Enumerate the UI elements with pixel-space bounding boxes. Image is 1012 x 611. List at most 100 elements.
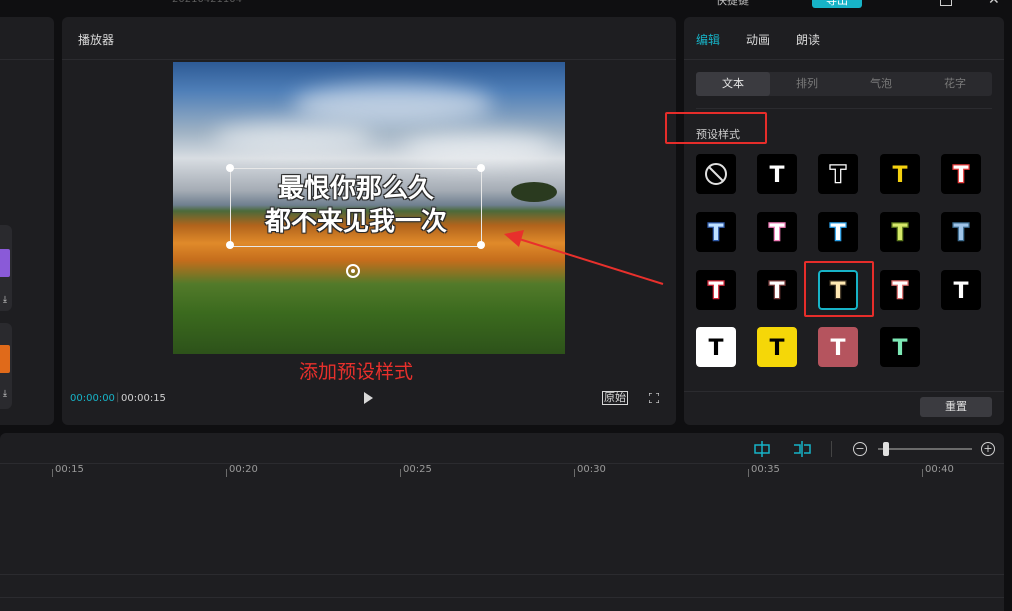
timeline-panel: − + 00:15 00:20 00:25 00:30 00:35 00:40 (0, 433, 1004, 611)
ruler-label: 00:20 (229, 464, 258, 475)
preset-style-option[interactable]: T (696, 270, 736, 310)
preset-style-option[interactable]: T (880, 270, 920, 310)
preset-style-option[interactable]: T (818, 154, 858, 194)
annotation-text: 添加预设样式 (299, 361, 414, 383)
svg-text:T: T (708, 221, 723, 246)
tab-edit[interactable]: 编辑 (696, 31, 720, 48)
preset-style-option[interactable]: T (941, 270, 981, 310)
text-selection-box[interactable]: 最恨你那么久 都不来见我一次 (230, 168, 482, 247)
ruler-tick (922, 469, 923, 477)
total-time: 00:00:15 (121, 393, 166, 404)
project-name: 20210421104 (172, 0, 242, 5)
preset-style-option[interactable]: T (880, 327, 920, 367)
zoom-slider-handle[interactable] (883, 442, 889, 456)
reset-button[interactable]: 重置 (920, 397, 992, 417)
cloud (403, 132, 553, 162)
svg-text:T: T (708, 336, 723, 361)
inspector-panel: 编辑 动画 朗读 文本 排列 气泡 花字 预设样式 TTTTTTTTTTTTTT… (665, 17, 1004, 425)
svg-text:T: T (953, 279, 968, 304)
ruler-tick (226, 469, 227, 477)
tab-animation[interactable]: 动画 (746, 31, 770, 48)
ruler-label: 00:35 (751, 464, 780, 475)
preset-style-option[interactable]: T (757, 154, 797, 194)
svg-text:T: T (769, 221, 784, 246)
play-icon[interactable] (364, 392, 373, 404)
subtab-fancy-text[interactable]: 花字 (918, 72, 992, 96)
preset-style-option[interactable]: T (818, 327, 858, 367)
maximize-icon[interactable] (940, 0, 952, 6)
ruler-label: 00:30 (577, 464, 606, 475)
preset-style-option[interactable]: T (880, 154, 920, 194)
media-panel-header (0, 17, 54, 60)
export-button[interactable]: 导出 (812, 0, 862, 8)
player-title: 播放器 (78, 33, 115, 47)
resize-handle[interactable] (226, 241, 234, 249)
preset-style-option[interactable]: T (696, 212, 736, 252)
track-divider (0, 597, 1004, 598)
orange-text-thumbnail (0, 345, 10, 373)
svg-text:T: T (769, 279, 784, 304)
ruler-label: 00:15 (55, 464, 84, 475)
ruler-tick (574, 469, 575, 477)
preset-style-option[interactable]: T (696, 327, 736, 367)
fullscreen-icon[interactable] (649, 393, 659, 403)
media-panel: ⤓ ⤓ (0, 17, 54, 425)
svg-text:T: T (892, 279, 907, 304)
ruler-tick (52, 469, 53, 477)
divider (831, 441, 832, 457)
cloud (293, 84, 493, 124)
subtab-text[interactable]: 文本 (696, 72, 770, 96)
preset-style-option[interactable]: T (941, 212, 981, 252)
zoom-out-icon[interactable]: − (853, 442, 867, 456)
download-icon[interactable]: ⤓ (3, 389, 7, 399)
track-divider (0, 574, 1004, 575)
svg-text:T: T (953, 221, 968, 246)
tab-read-aloud[interactable]: 朗读 (796, 31, 820, 48)
svg-text:T: T (769, 163, 784, 188)
svg-text:T: T (769, 336, 784, 361)
svg-text:T: T (830, 221, 845, 246)
ruler-tick (400, 469, 401, 477)
preset-style-option[interactable]: T (941, 154, 981, 194)
rotate-icon[interactable] (346, 264, 360, 278)
preset-style-option[interactable]: T (818, 212, 858, 252)
divider (62, 59, 676, 60)
aspect-ratio-button[interactable]: 原始 (602, 391, 628, 405)
resize-handle[interactable] (477, 241, 485, 249)
ruler-label: 00:40 (925, 464, 954, 475)
subtab-bubble[interactable]: 气泡 (844, 72, 918, 96)
divider (684, 59, 1004, 60)
text-template-thumb[interactable]: ⤓ (0, 225, 12, 311)
caption-line-1: 最恨你那么久 (277, 174, 434, 204)
svg-text:T: T (953, 163, 968, 188)
snap-icon[interactable] (753, 441, 771, 457)
svg-text:T: T (892, 163, 907, 188)
zoom-in-icon[interactable]: + (981, 442, 995, 456)
highlight-box (804, 261, 874, 317)
preset-style-option[interactable]: T (880, 212, 920, 252)
preset-style-option[interactable]: T (757, 212, 797, 252)
svg-text:T: T (892, 221, 907, 246)
player-panel: 播放器 最恨你那么久 都不来见我一次 添加预设样式 00:00:00 | 00:… (62, 17, 676, 425)
download-icon[interactable]: ⤓ (3, 295, 7, 305)
purple-text-thumbnail (0, 249, 10, 277)
preset-style-option[interactable]: T (757, 270, 797, 310)
no-style-icon[interactable] (696, 154, 736, 194)
subtab-arrange[interactable]: 排列 (770, 72, 844, 96)
highlight-box (665, 112, 767, 144)
text-subtabs: 文本 排列 气泡 花字 (696, 72, 992, 96)
video-preview[interactable]: 最恨你那么久 都不来见我一次 (173, 62, 565, 354)
close-icon[interactable]: ✕ (988, 0, 1000, 8)
zoom-slider-track[interactable] (878, 448, 972, 450)
svg-text:T: T (708, 279, 723, 304)
time-separator: | (116, 392, 120, 403)
text-template-thumb[interactable]: ⤓ (0, 323, 12, 409)
preset-style-option[interactable]: T (757, 327, 797, 367)
resize-handle[interactable] (477, 164, 485, 172)
ruler-tick (748, 469, 749, 477)
resize-handle[interactable] (226, 164, 234, 172)
svg-text:T: T (830, 336, 845, 361)
split-icon[interactable] (793, 441, 811, 457)
shortcut-button[interactable]: 快捷键 (716, 0, 780, 8)
tree (511, 182, 557, 202)
